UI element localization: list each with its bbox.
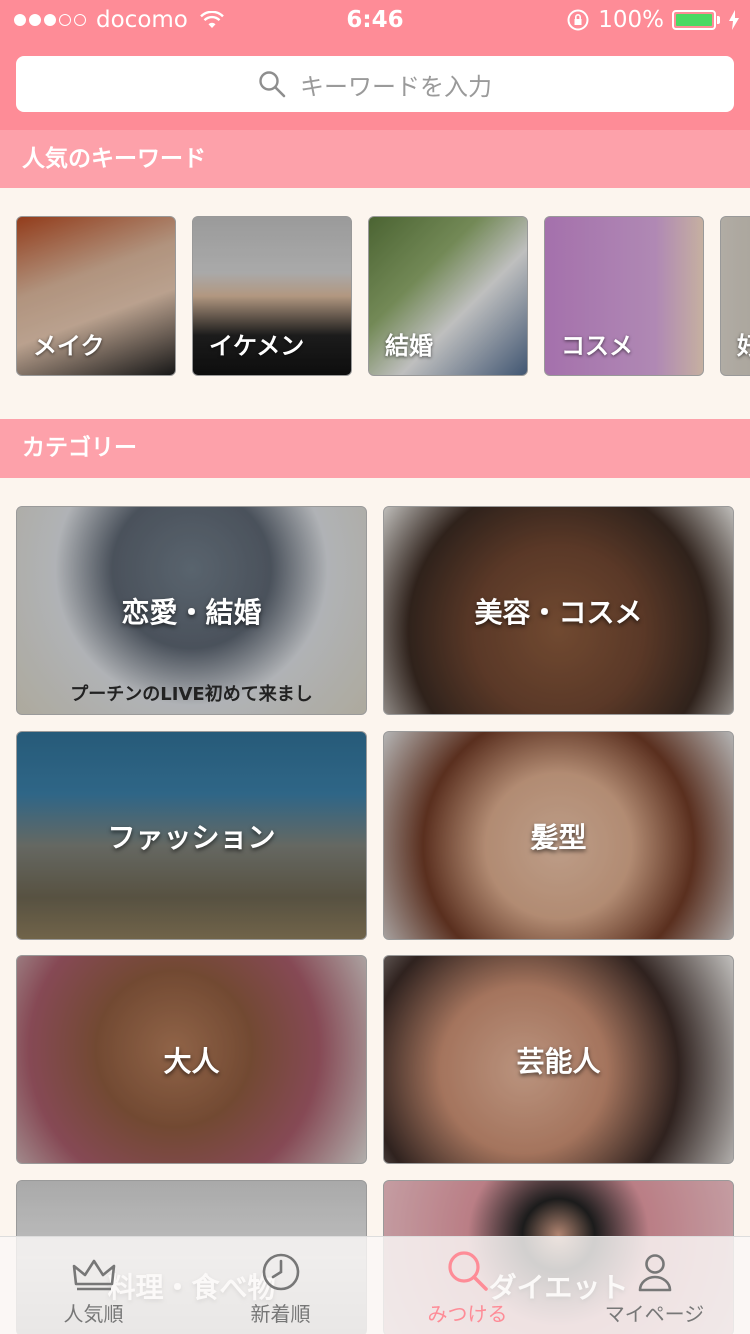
battery-icon bbox=[672, 10, 720, 30]
tab-label: みつける bbox=[427, 1302, 508, 1326]
search-icon bbox=[259, 71, 286, 98]
charging-icon bbox=[729, 10, 739, 30]
tab-popular[interactable]: 人気順 bbox=[0, 1237, 187, 1334]
tab-discover[interactable]: みつける bbox=[374, 1237, 561, 1334]
category-card-adult[interactable]: 大人 bbox=[16, 955, 367, 1164]
tab-label: 新着順 bbox=[250, 1302, 311, 1326]
search-input[interactable]: キーワードを入力 bbox=[16, 56, 734, 112]
header: キーワードを入力 bbox=[0, 40, 750, 130]
popular-keywords-heading: 人気のキーワード bbox=[0, 130, 750, 188]
person-icon bbox=[638, 1254, 671, 1292]
battery-percent: 100% bbox=[598, 7, 664, 33]
category-label: 髪型 bbox=[530, 820, 587, 854]
image-caption: プーチンのLIVE初めて来まし bbox=[70, 684, 313, 705]
rotation-lock-icon bbox=[567, 9, 589, 31]
tab-label: マイページ bbox=[604, 1302, 705, 1326]
keyword-label: メイク bbox=[33, 332, 105, 360]
keyword-card[interactable]: イケメン bbox=[192, 216, 352, 376]
keyword-label: コスメ bbox=[561, 332, 633, 360]
keyword-label: イケメン bbox=[209, 332, 305, 360]
search-icon bbox=[447, 1251, 488, 1291]
category-card-fashion[interactable]: ファッション bbox=[16, 731, 367, 940]
category-label: ファッション bbox=[107, 820, 276, 854]
category-card-love-marriage[interactable]: 恋愛・結婚 プーチンのLIVE初めて来まし bbox=[16, 506, 367, 715]
crown-icon bbox=[72, 1259, 115, 1291]
keyword-card[interactable]: 好 bbox=[720, 216, 750, 376]
clock-icon bbox=[262, 1253, 299, 1291]
status-bar: docomo 6:46 100% bbox=[0, 0, 750, 40]
tab-mypage[interactable]: マイページ bbox=[561, 1237, 748, 1334]
category-label: 美容・コスメ bbox=[474, 595, 643, 629]
category-card-celebrity[interactable]: 芸能人 bbox=[383, 955, 734, 1164]
category-label: 大人 bbox=[163, 1044, 220, 1078]
category-card-hairstyle[interactable]: 髪型 bbox=[383, 731, 734, 940]
category-card-beauty-cosmetics[interactable]: 美容・コスメ bbox=[383, 506, 734, 715]
categories-heading: カテゴリー bbox=[0, 419, 750, 478]
search-placeholder: キーワードを入力 bbox=[300, 72, 492, 101]
tab-bar: 人気順 新着順 みつける マイページ bbox=[0, 1236, 750, 1334]
tab-label: 人気順 bbox=[63, 1302, 124, 1326]
keyword-card[interactable]: 結婚 bbox=[368, 216, 528, 376]
category-label: 芸能人 bbox=[516, 1044, 601, 1078]
keyword-card[interactable]: メイク bbox=[16, 216, 176, 376]
keyword-label: 結婚 bbox=[385, 332, 433, 360]
popular-keywords-carousel[interactable]: メイク イケメン 結婚 コスメ 好 bbox=[0, 216, 750, 376]
keyword-card[interactable]: コスメ bbox=[544, 216, 704, 376]
keyword-label: 好 bbox=[737, 326, 750, 361]
tab-newest[interactable]: 新着順 bbox=[187, 1237, 374, 1334]
